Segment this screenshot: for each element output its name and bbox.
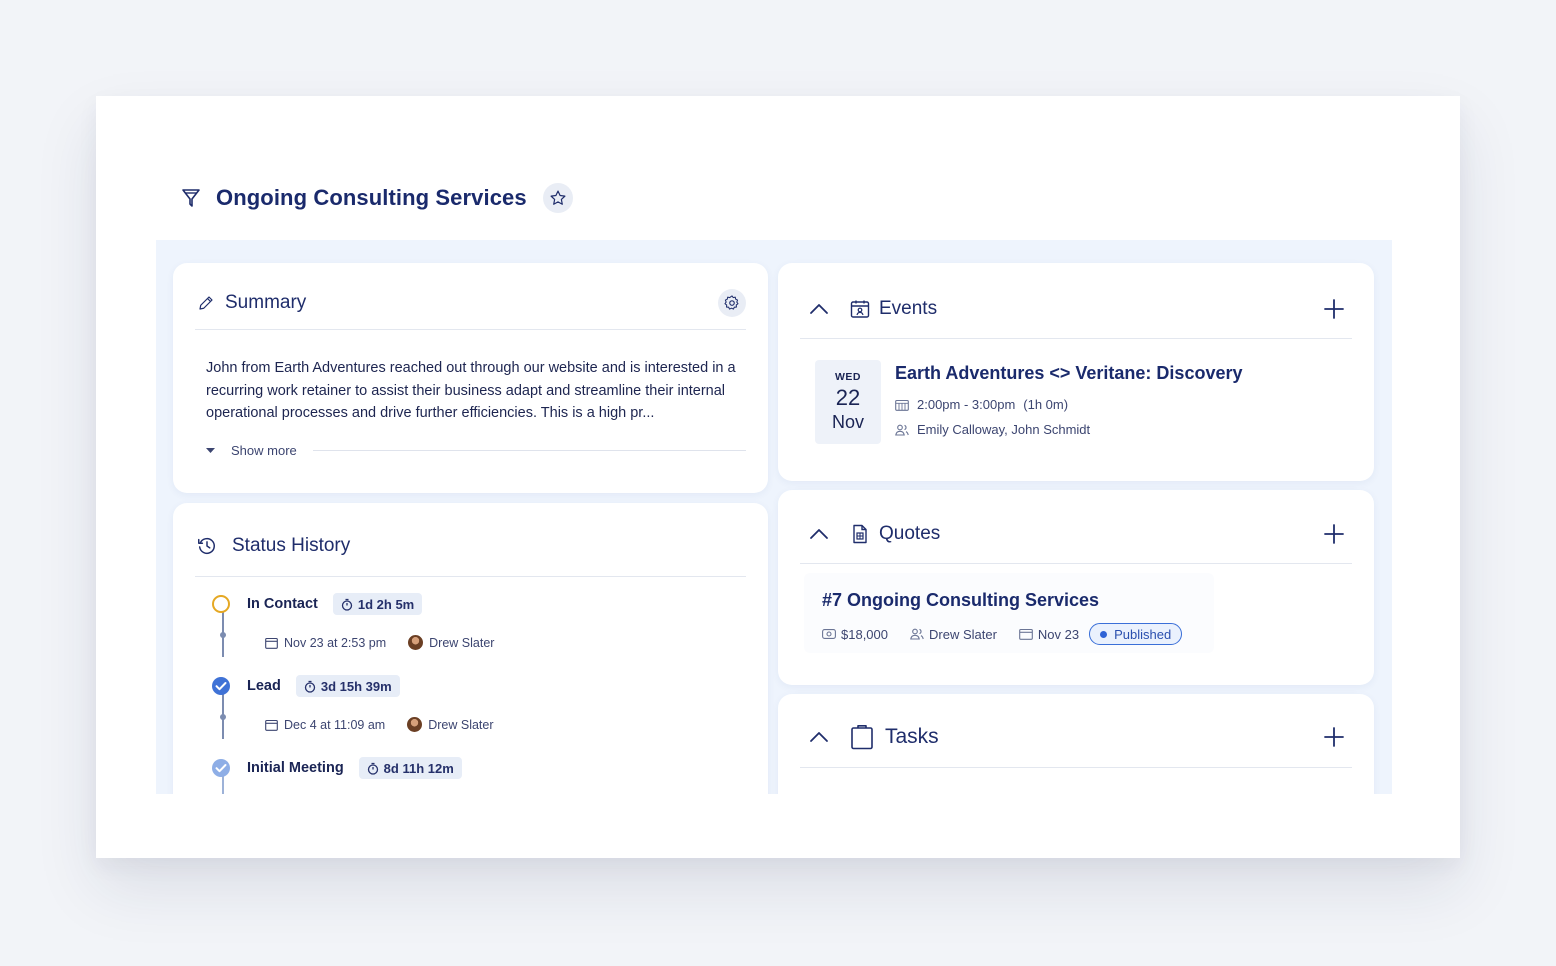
add-event-button[interactable] — [1324, 298, 1344, 319]
quote-meta: $18,000 Drew Slater Nov 23 Published — [822, 623, 1183, 645]
event-day: 22 — [835, 385, 861, 410]
status-name: In Contact — [247, 596, 318, 612]
status-history-card: Status History In Contact 1d 2h 5m Nov 2… — [173, 503, 768, 794]
status-entry[interactable]: In Contact 1d 2h 5m — [211, 593, 423, 615]
event-time: 2:00pm - 3:00pm (1h 0m) — [895, 397, 1068, 412]
tasks-title: Tasks — [885, 724, 939, 748]
status-entry[interactable]: Lead 3d 15h 39m — [211, 675, 400, 697]
quote-owner: Drew Slater — [910, 627, 997, 642]
status-duration: 8d 11h 12m — [358, 757, 462, 779]
quotes-header: Quotes — [800, 504, 1352, 564]
quote-amount: $18,000 — [822, 627, 888, 642]
calendar-icon — [265, 637, 278, 649]
page-header: Ongoing Consulting Services — [180, 178, 573, 218]
funnel-icon — [180, 187, 202, 209]
stopwatch-icon — [304, 680, 316, 693]
events-header: Events — [800, 279, 1352, 339]
check-circle-icon — [211, 676, 231, 696]
status-name: Initial Meeting — [247, 760, 344, 776]
event-time-range: 2:00pm - 3:00pm — [917, 397, 1016, 412]
status-name: Lead — [247, 678, 281, 694]
timeline-dot — [220, 632, 226, 638]
people-icon — [910, 628, 924, 640]
caret-down-icon — [206, 447, 215, 454]
status-entry[interactable]: Initial Meeting 8d 11h 12m — [211, 757, 462, 779]
add-quote-button[interactable] — [1324, 523, 1344, 544]
quotes-card: Quotes #7 Ongoing Consulting Services $1… — [778, 490, 1374, 685]
status-history-title: Status History — [232, 534, 351, 556]
quotes-title: Quotes — [879, 522, 941, 544]
timeline-dot — [220, 714, 226, 720]
tasks-card: Tasks — [778, 694, 1374, 794]
pencil-icon — [197, 294, 215, 312]
status-history-header: Status History — [195, 515, 746, 577]
favorite-button[interactable] — [542, 183, 573, 213]
money-icon — [822, 629, 836, 639]
events-title: Events — [879, 297, 938, 319]
chevron-up-icon[interactable] — [808, 303, 830, 315]
summary-title: Summary — [225, 292, 307, 313]
status-meta: Dec 4 at 11:09 am Drew Slater — [265, 717, 494, 732]
content-area: Summary John from Earth Adventures reach… — [156, 240, 1392, 794]
page-title: Ongoing Consulting Services — [216, 185, 527, 210]
status-date: Nov 23 at 2:53 pm — [284, 635, 387, 650]
chevron-up-icon[interactable] — [808, 528, 830, 540]
status-duration: 3d 15h 39m — [295, 675, 400, 697]
quote-document-icon — [850, 524, 870, 544]
calendar-icon — [895, 399, 909, 411]
event-attendees: Emily Calloway, John Schmidt — [895, 422, 1090, 437]
quote-date: Nov 23 — [1019, 627, 1079, 642]
event-date-tile: WED 22 Nov — [815, 360, 881, 444]
show-more-label: Show more — [231, 443, 297, 458]
status-circle-icon — [211, 594, 231, 614]
status-date: Dec 4 at 11:09 am — [284, 717, 386, 732]
summary-header: Summary — [195, 277, 746, 330]
calendar-icon — [1019, 628, 1033, 640]
summary-card: Summary John from Earth Adventures reach… — [173, 263, 768, 493]
events-card: Events WED 22 Nov Earth Adventures <> Ve… — [778, 263, 1374, 481]
status-badge: Published — [1089, 623, 1183, 645]
calendar-event-icon — [850, 299, 870, 319]
summary-text: John from Earth Adventures reached out t… — [206, 360, 736, 421]
clipboard-icon — [850, 724, 874, 750]
event-weekday: WED — [835, 371, 861, 383]
chevron-up-icon[interactable] — [808, 731, 830, 743]
event-duration: (1h 0m) — [1023, 397, 1069, 412]
people-icon — [895, 424, 909, 436]
star-icon — [549, 189, 567, 207]
gear-icon — [723, 294, 741, 312]
history-icon — [196, 535, 218, 557]
avatar — [408, 635, 424, 650]
quote-title[interactable]: #7 Ongoing Consulting Services — [822, 590, 1099, 611]
check-circle-icon — [211, 758, 231, 778]
status-user: Drew Slater — [429, 635, 495, 650]
stopwatch-icon — [367, 762, 379, 775]
add-task-button[interactable] — [1324, 726, 1344, 747]
summary-settings-button[interactable] — [718, 289, 746, 317]
status-duration: 1d 2h 5m — [332, 593, 423, 615]
status-user: Drew Slater — [428, 717, 494, 732]
avatar — [407, 717, 423, 732]
calendar-icon — [265, 719, 278, 731]
event-title[interactable]: Earth Adventures <> Veritane: Discovery — [895, 363, 1242, 384]
status-dot — [1100, 630, 1108, 638]
divider — [312, 450, 746, 451]
event-month: Nov — [831, 412, 864, 432]
stopwatch-icon — [341, 598, 353, 611]
event-attendee-names: Emily Calloway, John Schmidt — [917, 422, 1091, 437]
tasks-header: Tasks — [800, 706, 1352, 768]
show-more-toggle[interactable]: Show more — [206, 443, 746, 458]
status-meta: Nov 23 at 2:53 pm Drew Slater — [265, 635, 494, 650]
